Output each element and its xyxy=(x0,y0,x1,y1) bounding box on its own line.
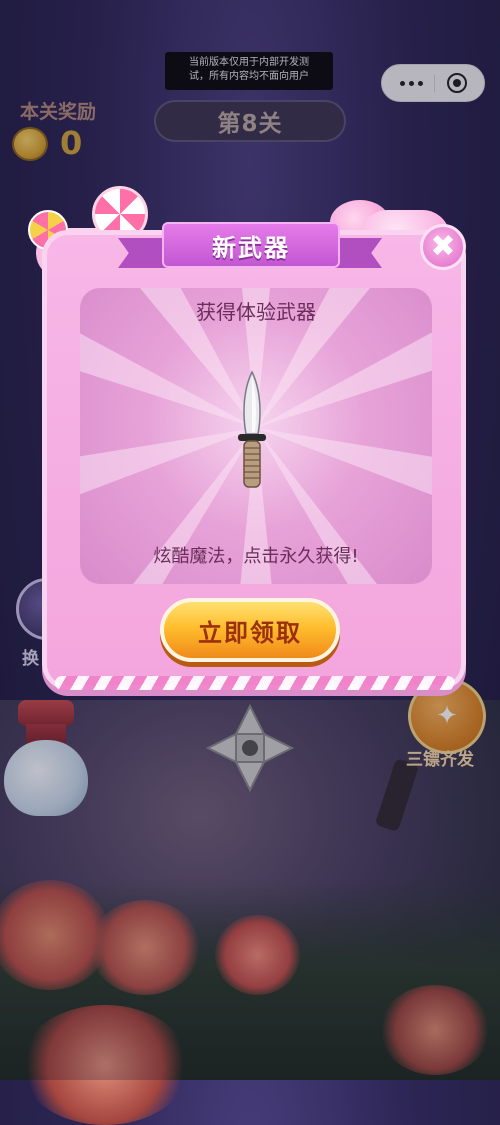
dialog-stripe xyxy=(55,676,455,690)
weapon-description: 炫酷魔法，点击永久获得! xyxy=(153,546,359,567)
dialog-close-button[interactable]: ✖ xyxy=(420,224,466,270)
dialog-subtitle: 获得体验武器 xyxy=(196,300,316,324)
dialog-title: 新武器 xyxy=(162,222,340,268)
knife-icon xyxy=(238,370,266,488)
claim-now-button[interactable]: 立即领取 xyxy=(160,598,340,662)
close-icon: ✖ xyxy=(430,229,456,264)
